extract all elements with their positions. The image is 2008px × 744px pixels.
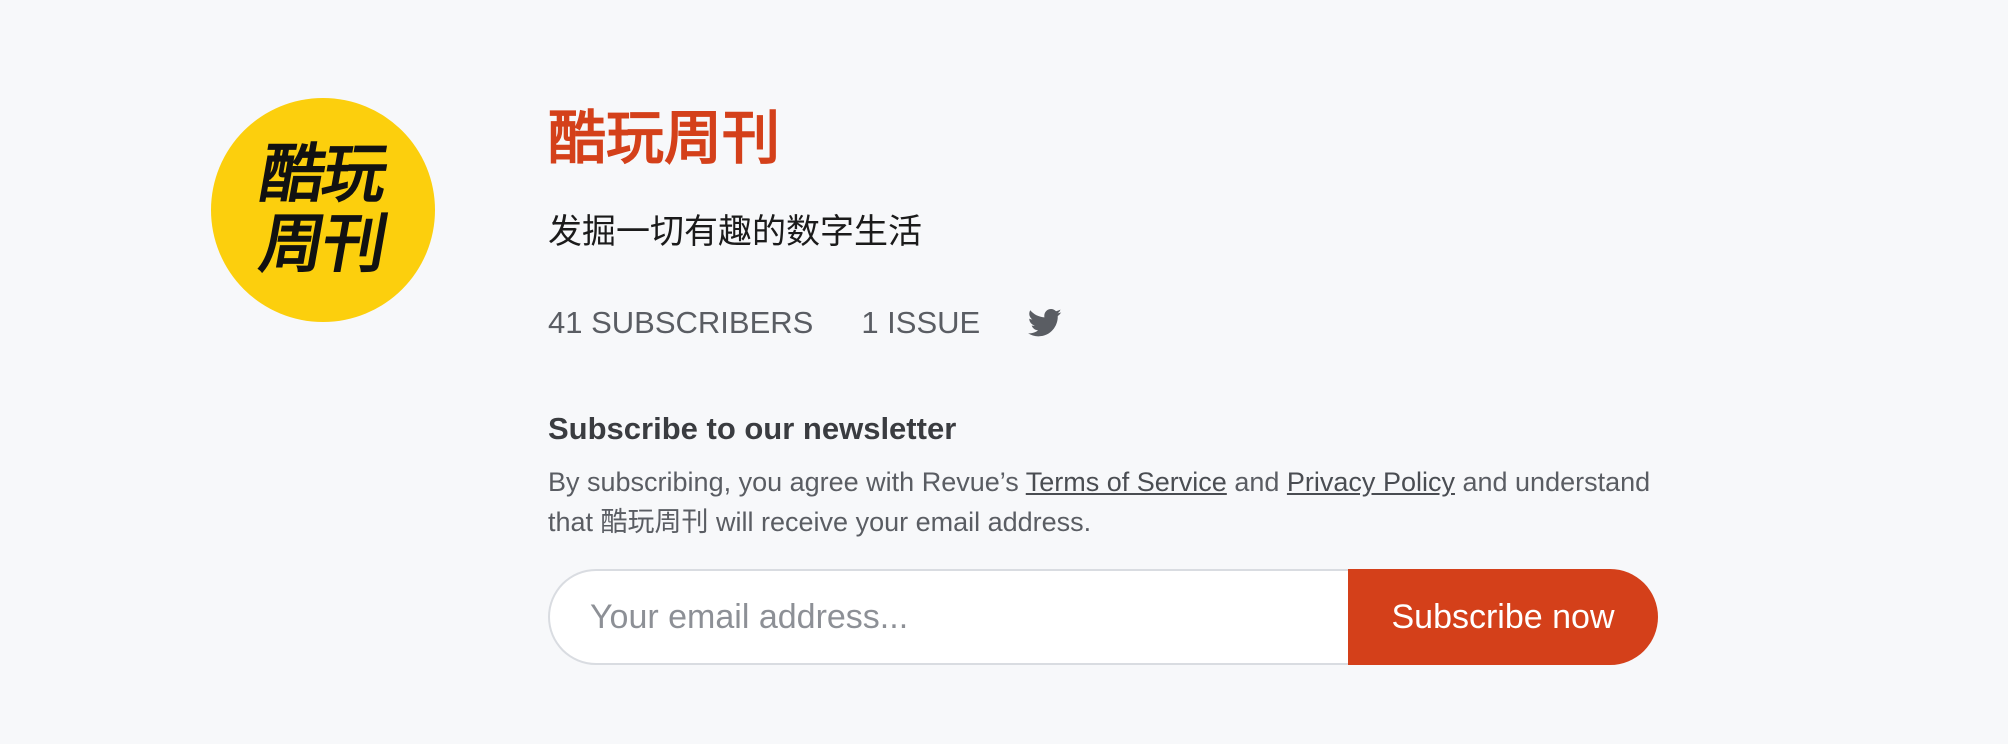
- subscribe-consent-text: By subscribing, you agree with Revue’s T…: [548, 462, 1668, 542]
- newsletter-profile-page: 酷玩 周刊 酷玩周刊 发掘一切有趣的数字生活 41 SUBSCRIBERS 1 …: [0, 0, 2008, 744]
- consent-and: and: [1234, 467, 1280, 497]
- twitter-icon[interactable]: [1028, 308, 1062, 338]
- issue-count[interactable]: 1 ISSUE: [861, 305, 980, 341]
- publication-tagline: 发掘一切有趣的数字生活: [548, 213, 922, 251]
- logo-text-line-2: 周刊: [254, 208, 392, 282]
- logo-text-line-1: 酷玩: [254, 138, 392, 212]
- publication-title: 酷玩周刊: [548, 106, 781, 171]
- subscriber-count: 41 SUBSCRIBERS: [548, 305, 814, 340]
- terms-of-service-link[interactable]: Terms of Service: [1026, 467, 1227, 497]
- subscribe-heading: Subscribe to our newsletter: [548, 411, 957, 446]
- publication-stats: 41 SUBSCRIBERS 1 ISSUE: [548, 300, 1062, 346]
- publication-logo: 酷玩 周刊: [211, 98, 435, 322]
- email-input[interactable]: [548, 569, 1348, 665]
- subscribe-form: Subscribe now: [548, 569, 1658, 665]
- privacy-policy-link[interactable]: Privacy Policy: [1287, 467, 1455, 497]
- subscribe-now-button[interactable]: Subscribe now: [1348, 569, 1658, 665]
- consent-prefix: By subscribing, you agree with Revue’s: [548, 467, 1019, 497]
